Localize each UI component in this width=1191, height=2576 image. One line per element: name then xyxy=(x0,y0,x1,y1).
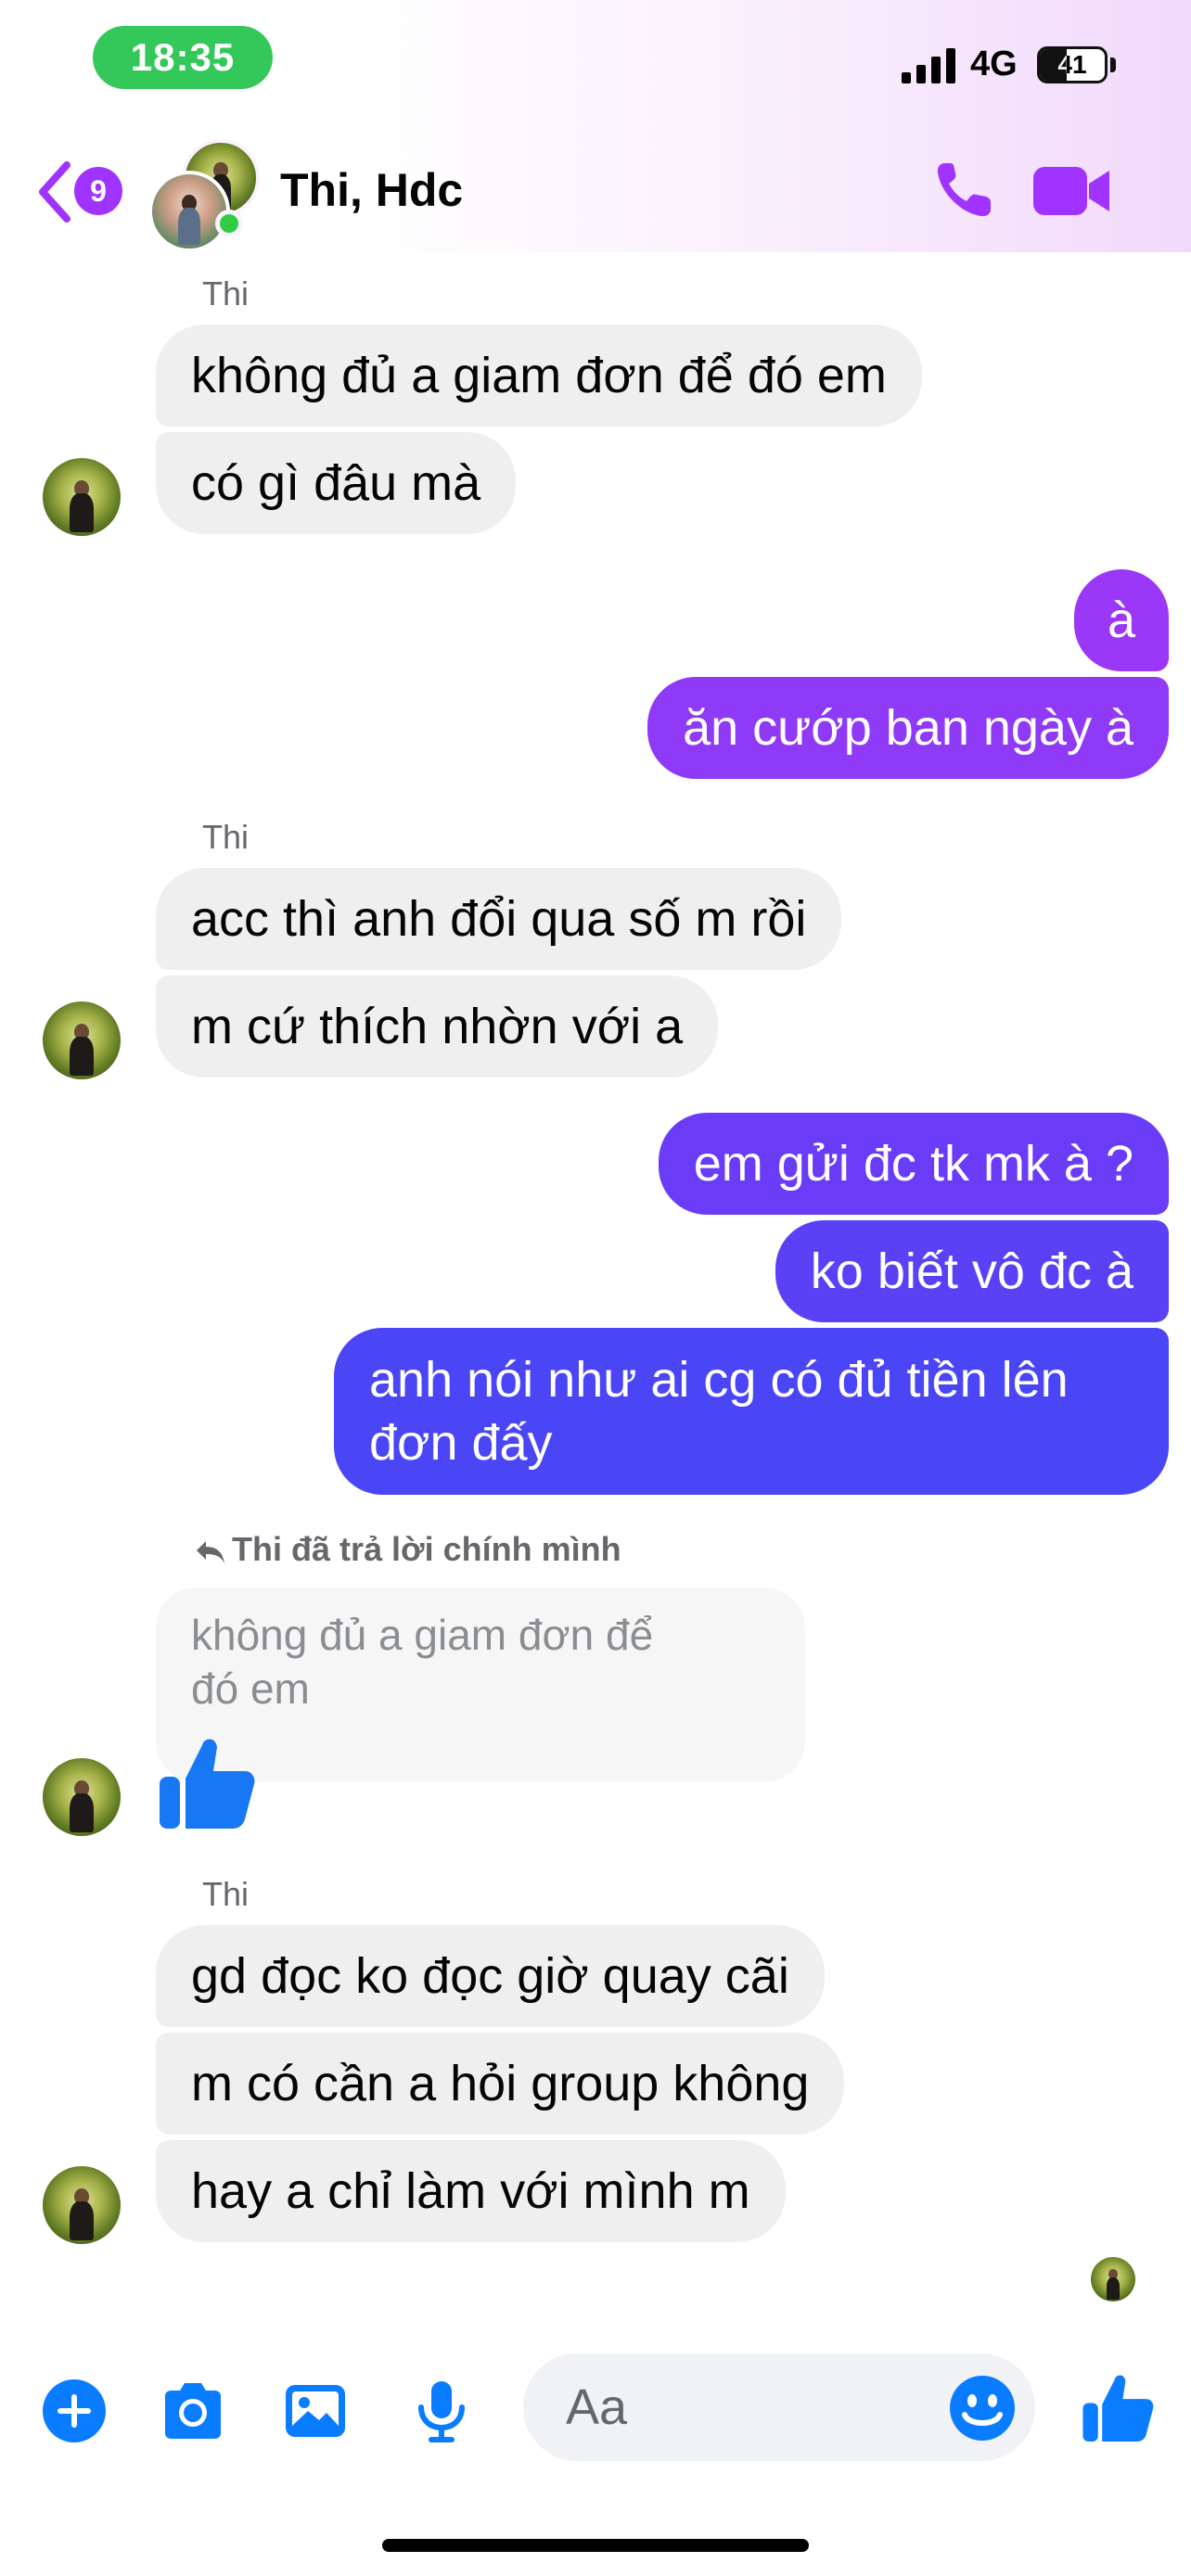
battery-percent: 41 xyxy=(1057,50,1087,79)
home-indicator xyxy=(382,2539,809,2552)
sender-avatar[interactable] xyxy=(43,1001,121,1079)
thumbs-up-icon[interactable] xyxy=(1082,2370,1156,2444)
reply-note: Thi đã trả lời chính mình xyxy=(195,1530,621,1569)
plus-icon[interactable] xyxy=(41,2378,108,2444)
sender-name: Thi xyxy=(202,1875,250,1913)
incoming-message[interactable]: m cứ thích nhờn với a xyxy=(156,976,719,1078)
sender-name: Thi xyxy=(202,818,250,856)
battery-cap xyxy=(1110,57,1116,72)
quoted-line: đó em xyxy=(191,1664,310,1713)
message-line: đơn đấy xyxy=(369,1415,553,1471)
status-time: 18:35 xyxy=(93,26,273,89)
online-status-dot xyxy=(215,210,243,237)
outgoing-message[interactable]: anh nói như ai cg có đủ tiền lên đơn đấy xyxy=(334,1328,1169,1495)
sender-avatar[interactable] xyxy=(43,458,121,536)
unread-count-badge[interactable]: 9 xyxy=(74,167,122,215)
battery-icon: 41 xyxy=(1037,46,1108,83)
incoming-message[interactable]: có gì đâu mà xyxy=(156,432,517,534)
microphone-icon[interactable] xyxy=(408,2378,475,2444)
sender-avatar[interactable] xyxy=(43,2166,121,2244)
group-avatar-front[interactable] xyxy=(148,171,230,252)
seen-receipt-avatar xyxy=(1091,2257,1135,2302)
incoming-message[interactable]: hay a chỉ làm với mình m xyxy=(156,2140,786,2242)
chat-title[interactable]: Thi, Hdc xyxy=(280,163,463,217)
sender-avatar[interactable] xyxy=(43,1758,121,1836)
incoming-message[interactable]: acc thì anh đổi qua số m rồi xyxy=(156,868,842,970)
network-type: 4G xyxy=(970,45,1018,83)
incoming-message[interactable]: gd đọc ko đọc giờ quay cãi xyxy=(156,1925,825,2027)
image-icon[interactable] xyxy=(282,2378,349,2444)
outgoing-message[interactable]: ko biết vô đc à xyxy=(775,1220,1169,1322)
phone-call-icon[interactable] xyxy=(931,158,996,223)
outgoing-message[interactable]: ăn cướp ban ngày à xyxy=(647,677,1169,779)
message-line: anh nói như ai cg có đủ tiền lên xyxy=(369,1352,1069,1408)
incoming-message[interactable]: không đủ a giam đơn để đó em xyxy=(156,325,922,427)
reply-arrow-icon xyxy=(197,1541,224,1564)
quoted-line: không đủ a giam đơn để xyxy=(191,1611,654,1659)
camera-icon[interactable] xyxy=(160,2378,226,2444)
video-call-icon[interactable] xyxy=(1033,163,1111,219)
cellular-signal-icon xyxy=(902,48,955,83)
incoming-message[interactable]: m có cần a hỏi group không xyxy=(156,2033,845,2135)
outgoing-message[interactable]: em gửi đc tk mk à ? xyxy=(658,1113,1169,1215)
reply-note-text: Thi đã trả lời chính mình xyxy=(232,1530,621,1568)
outgoing-message[interactable]: à xyxy=(1073,569,1169,671)
sender-name: Thi xyxy=(202,274,250,312)
emoji-icon[interactable] xyxy=(948,2374,1017,2442)
thumbs-up-icon[interactable] xyxy=(158,1732,258,1832)
